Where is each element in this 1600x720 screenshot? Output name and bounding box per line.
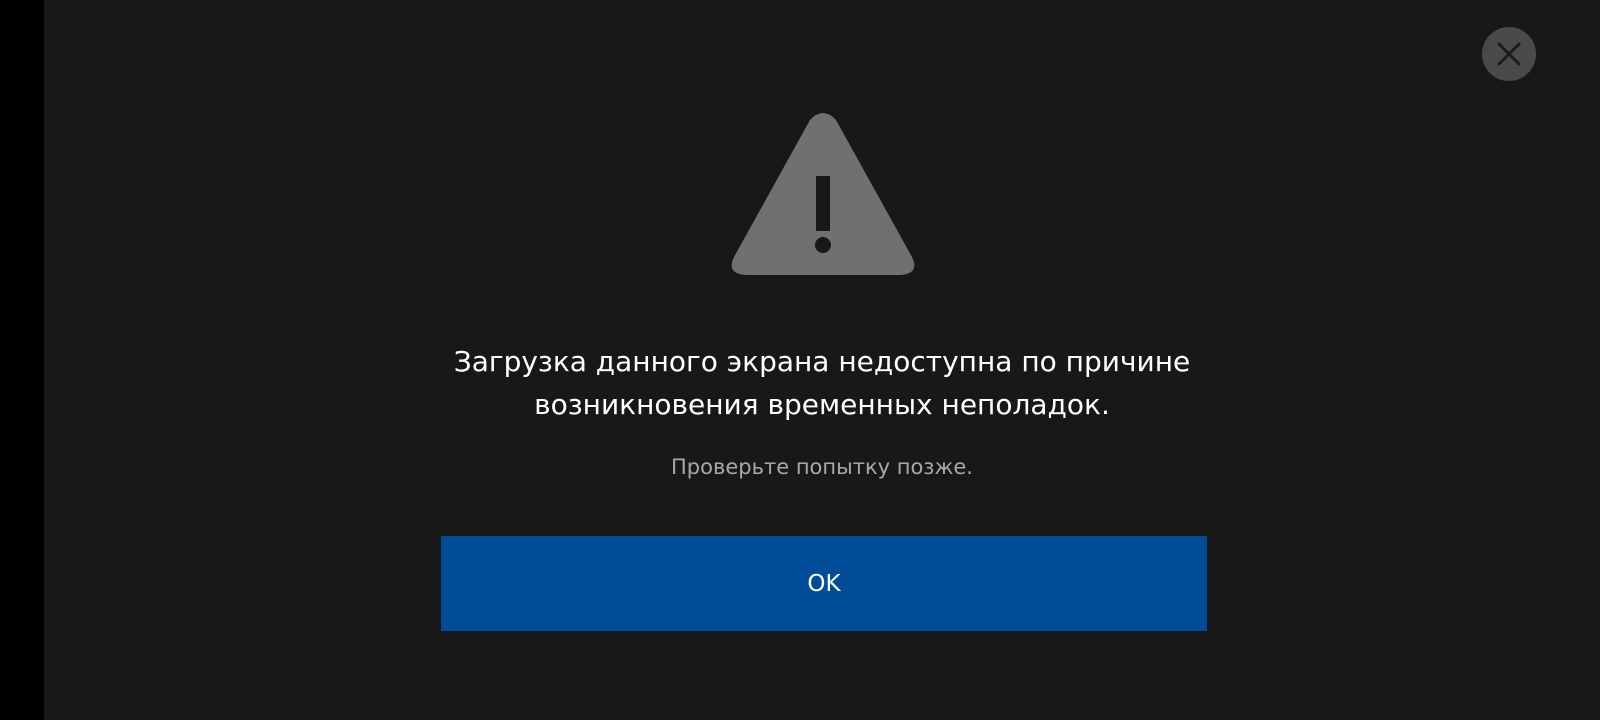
error-screen: Загрузка данного экрана недоступна по пр… [0, 0, 1600, 720]
close-icon [1497, 42, 1521, 66]
ok-button-label: OK [807, 570, 841, 597]
ok-button[interactable]: OK [441, 536, 1207, 631]
left-edge-bar [0, 0, 44, 720]
error-message: Загрузка данного экрана недоступна по пр… [453, 345, 1191, 421]
error-dialog: Загрузка данного экрана недоступна по пр… [44, 0, 1600, 720]
warning-triangle-icon [730, 112, 916, 278]
close-button[interactable] [1482, 27, 1536, 81]
retry-hint: Проверьте попытку позже. [671, 455, 973, 479]
